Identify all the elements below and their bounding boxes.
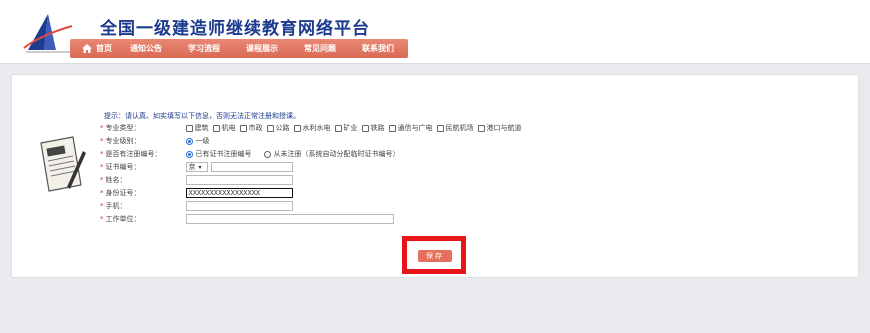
radio[interactable] <box>263 150 271 158</box>
employer-row: * 工作单位： <box>100 213 394 225</box>
id-no-label: 身份证号： <box>105 189 141 197</box>
major-option-2[interactable]: 市政 <box>239 123 263 133</box>
checkbox[interactable] <box>361 124 369 132</box>
major-option-7[interactable]: 通信与广电 <box>388 123 433 133</box>
site-logo-icon <box>23 14 73 53</box>
checkbox[interactable] <box>185 124 193 132</box>
checkbox[interactable] <box>239 124 247 132</box>
level-option[interactable]: 一级 <box>185 136 210 146</box>
checkbox[interactable] <box>334 124 342 132</box>
checkbox[interactable] <box>266 124 274 132</box>
nav-item-contact[interactable]: 联系我们 <box>362 43 394 54</box>
site-title: 全国一级建造师继续教育网络平台 <box>100 19 370 39</box>
phone-input[interactable] <box>185 201 293 211</box>
cert-status-row: * 是否有注册编号： 已有证书注册编号 从未注册（系统自动分配临时证书编号） <box>100 149 400 159</box>
phone-row: * 手机： <box>100 200 293 212</box>
form-hint: 提示：请认真、如实填写以下信息，否则无法正常注册和授课。 <box>104 112 300 120</box>
cert-status-yes[interactable]: 已有证书注册编号 <box>185 149 252 159</box>
employer-input[interactable] <box>185 214 394 224</box>
checkbox[interactable] <box>293 124 301 132</box>
major-option-0[interactable]: 建筑 <box>185 123 209 133</box>
radio-selected[interactable] <box>185 137 193 145</box>
major-option-4[interactable]: 水利水电 <box>293 123 331 133</box>
major-option-9[interactable]: 港口与航道 <box>477 123 522 133</box>
major-option-6[interactable]: 铁路 <box>361 123 385 133</box>
document-pen-icon <box>40 136 86 192</box>
major-option-5[interactable]: 矿业 <box>334 123 358 133</box>
checkbox[interactable] <box>477 124 485 132</box>
major-type-label: 专业类型： <box>105 124 141 132</box>
name-label: 姓名： <box>105 176 127 184</box>
site-header: 全国一级建造师继续教育网络平台 首页 通知公告 学习流程 课程展示 常见问题 联… <box>0 0 870 64</box>
checkbox[interactable] <box>436 124 444 132</box>
radio-selected[interactable] <box>185 150 193 158</box>
main-nav: 首页 通知公告 学习流程 课程展示 常见问题 联系我们 <box>70 39 408 58</box>
chevron-down-icon: ▾ <box>198 163 202 171</box>
name-input[interactable] <box>185 175 293 185</box>
nav-item-process[interactable]: 学习流程 <box>188 43 220 54</box>
nav-item-notices[interactable]: 通知公告 <box>130 43 162 54</box>
cert-status-no[interactable]: 从未注册（系统自动分配临时证书编号） <box>263 149 400 159</box>
major-option-1[interactable]: 机电 <box>212 123 236 133</box>
id-no-row: * 身份证号： XXXXXXXXXXXXXXXXX <box>100 187 293 199</box>
cert-no-label: 证书编号： <box>105 163 141 171</box>
employer-label: 工作单位： <box>105 215 141 223</box>
nav-item-home[interactable]: 首页 <box>82 43 112 54</box>
cert-no-input[interactable] <box>210 162 293 172</box>
id-no-input[interactable]: XXXXXXXXXXXXXXXXX <box>185 188 293 198</box>
save-button[interactable]: 保存 <box>418 250 452 262</box>
cert-no-row: * 证书编号： 京 ▾ <box>100 161 293 173</box>
phone-label: 手机： <box>105 202 127 210</box>
nav-item-courses[interactable]: 课程展示 <box>246 43 278 54</box>
major-type-row: * 专业类型： 建筑 机电 市政 公路 水利水电 矿业 铁路 通信与广电 民航机… <box>100 123 522 133</box>
home-icon <box>82 44 92 53</box>
major-option-3[interactable]: 公路 <box>266 123 290 133</box>
name-row: * 姓名： <box>100 174 293 186</box>
nav-item-faq[interactable]: 常见问题 <box>304 43 336 54</box>
checkbox[interactable] <box>388 124 396 132</box>
level-row: * 专业级别： 一级 <box>100 136 210 146</box>
checkbox[interactable] <box>212 124 220 132</box>
nav-item-label: 首页 <box>96 44 112 53</box>
cert-status-label: 是否有注册编号： <box>105 150 162 158</box>
level-label: 专业级别： <box>105 137 141 145</box>
province-select[interactable]: 京 ▾ <box>185 162 208 172</box>
major-option-8[interactable]: 民航机场 <box>436 123 474 133</box>
